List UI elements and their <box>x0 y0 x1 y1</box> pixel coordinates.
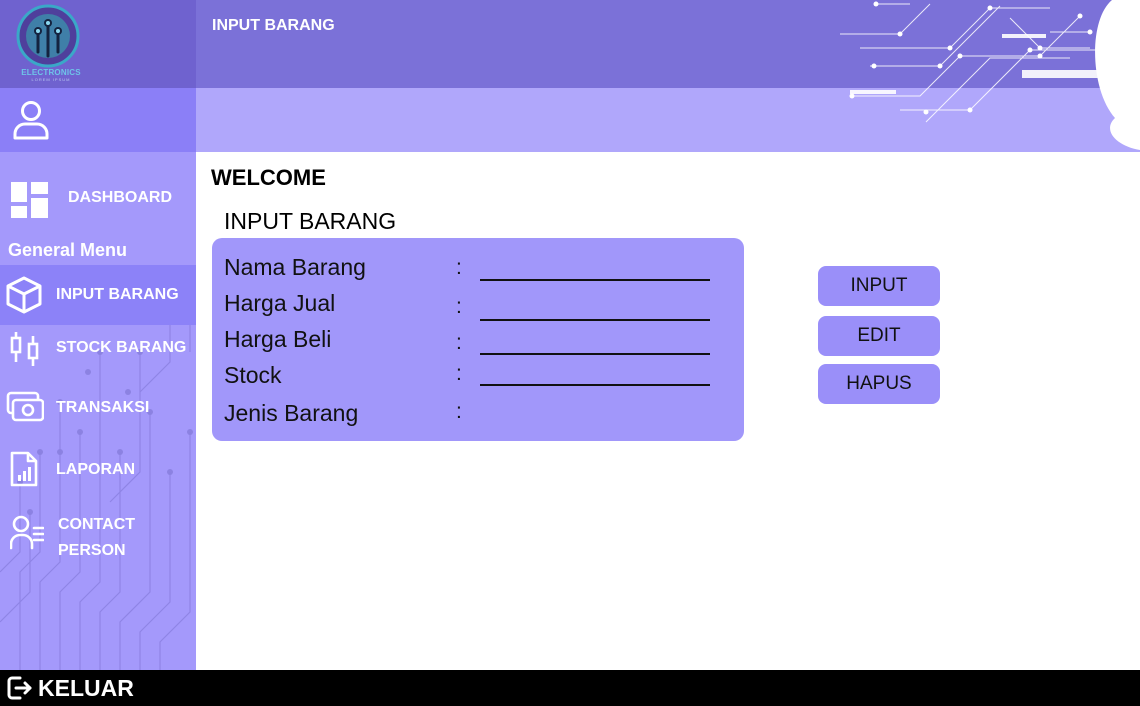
contact-list-icon <box>10 515 44 550</box>
nama-barang-field[interactable] <box>480 279 710 281</box>
field-separator: : <box>456 362 462 385</box>
field-separator: : <box>456 295 462 318</box>
logo-name: ELECTRONICS <box>21 68 81 77</box>
sidebar-item-transaksi[interactable]: TRANSAKSI <box>0 386 196 432</box>
edit-button[interactable]: EDIT <box>818 316 940 356</box>
form-title: INPUT BARANG <box>224 208 397 234</box>
field-separator: : <box>456 331 462 354</box>
field-separator: : <box>456 400 462 423</box>
sidebar: DASHBOARD General Menu INPUT BARANG STOC… <box>0 152 196 670</box>
dashboard-icon <box>11 182 48 218</box>
user-icon[interactable] <box>12 100 50 140</box>
sidebar-item-label: LAPORAN <box>56 461 136 478</box>
user-profile[interactable] <box>0 88 196 152</box>
page-title: INPUT BARANG <box>212 17 335 34</box>
field-label-harga-jual: Harga Jual <box>224 290 336 316</box>
sidebar-item-label: INPUT BARANG <box>56 286 179 303</box>
field-label-jenis-barang: Jenis Barang <box>224 400 359 426</box>
welcome-heading: WELCOME <box>211 165 326 190</box>
cash-icon <box>6 391 44 422</box>
menu-heading: General Menu <box>8 240 128 260</box>
field-separator: : <box>456 256 462 279</box>
stock-field[interactable] <box>480 384 710 386</box>
report-file-icon <box>10 451 38 487</box>
harga-beli-field[interactable] <box>480 353 710 355</box>
sidebar-item-input-barang[interactable]: INPUT BARANG <box>0 265 196 325</box>
sidebar-item-dashboard[interactable]: DASHBOARD <box>0 176 196 222</box>
logout-button[interactable]: KELUAR <box>6 674 134 702</box>
input-button[interactable]: INPUT <box>818 266 940 306</box>
footer-bar: KELUAR <box>0 670 1140 706</box>
sidebar-item-label: CONTACT <box>58 516 136 533</box>
logout-icon <box>7 676 32 700</box>
delete-button[interactable]: HAPUS <box>818 364 940 404</box>
logo-tagline: LOREM IPSUM <box>31 77 71 82</box>
sidebar-item-label: TRANSAKSI <box>56 399 150 416</box>
sidebar-item-contact-person[interactable]: CONTACT PERSON <box>0 510 196 568</box>
cube-icon <box>6 276 42 314</box>
field-label-nama-barang: Nama Barang <box>224 254 366 280</box>
field-label-stock: Stock <box>224 362 282 388</box>
sidebar-item-label: STOCK BARANG <box>56 339 187 356</box>
logo: ELECTRONICS LOREM IPSUM <box>0 0 196 88</box>
logout-label: KELUAR <box>38 674 134 701</box>
circuit-logo-icon <box>16 4 80 68</box>
sidebar-item-label: DASHBOARD <box>68 189 172 206</box>
circuit-decoration <box>840 0 1140 150</box>
sidebar-item-label: PERSON <box>58 542 126 559</box>
candlestick-icon <box>10 332 39 366</box>
sidebar-item-stock-barang[interactable]: STOCK BARANG <box>0 328 196 372</box>
input-form-card: Nama Barang : Harga Jual : Harga Beli : … <box>212 238 744 441</box>
field-label-harga-beli: Harga Beli <box>224 326 332 352</box>
harga-jual-field[interactable] <box>480 319 710 321</box>
sidebar-item-laporan[interactable]: LAPORAN <box>0 448 196 494</box>
